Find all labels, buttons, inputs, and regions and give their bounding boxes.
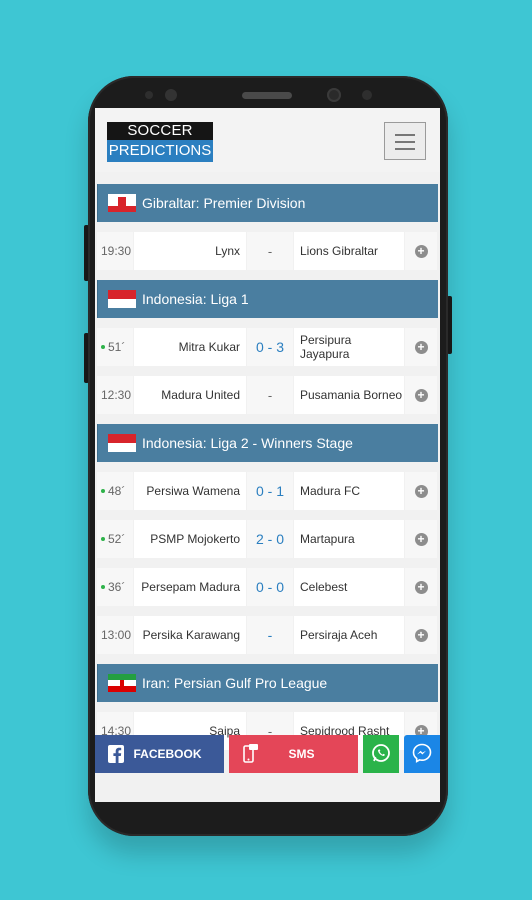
away-team: Madura FC xyxy=(294,472,404,510)
hamburger-icon xyxy=(395,148,415,150)
match-minute: 52´ xyxy=(108,532,126,546)
league-header[interactable]: Indonesia: Liga 2 - Winners Stage xyxy=(97,424,438,462)
sms-share-button[interactable]: SMS xyxy=(229,735,358,773)
gibraltar-flag-icon xyxy=(108,194,136,212)
expand-button[interactable]: + xyxy=(405,568,437,606)
match-minute: 36´ xyxy=(108,580,126,594)
home-team: Persepam Madura xyxy=(134,568,246,606)
match-row[interactable]: 52´ PSMP Mojokerto 2 - 0 Martapura + xyxy=(97,520,438,558)
logo-predictions: PREDICTIONS xyxy=(107,140,213,162)
phone-sensor xyxy=(145,91,153,99)
phone-sensor xyxy=(165,89,177,101)
match-minute: 51´ xyxy=(108,340,126,354)
indonesia-flag-icon xyxy=(108,290,136,308)
facebook-share-button[interactable]: FACEBOOK xyxy=(95,735,224,773)
league-header[interactable]: Gibraltar: Premier Division xyxy=(97,184,438,222)
live-indicator-icon xyxy=(101,537,105,541)
away-team: Pusamania Borneo xyxy=(294,376,404,414)
plus-icon: + xyxy=(414,532,428,546)
home-team: PSMP Mojokerto xyxy=(134,520,246,558)
home-team: Persiwa Wamena xyxy=(134,472,246,510)
share-bar: FACEBOOK SMS xyxy=(95,735,440,775)
league-header[interactable]: Indonesia: Liga 1 xyxy=(97,280,438,318)
hamburger-icon xyxy=(395,141,415,143)
league-header[interactable]: Iran: Persian Gulf Pro League xyxy=(97,664,438,702)
match-score: - xyxy=(247,376,293,414)
home-team: Persika Karawang xyxy=(134,616,246,654)
away-team: Lions Gibraltar xyxy=(294,232,404,270)
match-time: 36´ xyxy=(97,568,133,606)
match-row[interactable]: 19:30 Lynx - Lions Gibraltar + xyxy=(97,232,438,270)
sms-label: SMS xyxy=(288,747,315,761)
match-score: 0 - 0 xyxy=(247,568,293,606)
league-name: Gibraltar: Premier Division xyxy=(142,195,306,211)
menu-button[interactable] xyxy=(384,122,426,160)
expand-button[interactable]: + xyxy=(405,472,437,510)
whatsapp-share-button[interactable] xyxy=(363,735,399,773)
plus-icon: + xyxy=(414,628,428,642)
messenger-share-button[interactable] xyxy=(404,735,440,773)
expand-button[interactable]: + xyxy=(405,328,437,366)
app-screen: SOCCER PREDICTIONS Gibraltar: Premier Di… xyxy=(95,108,440,802)
home-team: Lynx xyxy=(134,232,246,270)
match-row[interactable]: 51´ Mitra Kukar 0 - 3 Persipura Jayapura… xyxy=(97,328,438,366)
expand-button[interactable]: + xyxy=(405,520,437,558)
sms-icon xyxy=(235,744,265,764)
plus-icon: + xyxy=(414,580,428,594)
plus-icon: + xyxy=(414,484,428,498)
expand-button[interactable]: + xyxy=(405,376,437,414)
hamburger-icon xyxy=(395,134,415,136)
front-camera xyxy=(327,88,341,102)
match-row[interactable]: 48´ Persiwa Wamena 0 - 1 Madura FC + xyxy=(97,472,438,510)
whatsapp-icon xyxy=(371,743,391,766)
plus-icon: + xyxy=(414,244,428,258)
live-indicator-icon xyxy=(101,345,105,349)
league-name: Indonesia: Liga 2 - Winners Stage xyxy=(142,435,353,451)
indonesia-flag-icon xyxy=(108,434,136,452)
live-indicator-icon xyxy=(101,489,105,493)
away-team: Persipura Jayapura xyxy=(294,328,404,366)
expand-button[interactable]: + xyxy=(405,616,437,654)
bottom-strip xyxy=(95,775,440,802)
match-score: 0 - 3 xyxy=(247,328,293,366)
match-list: Gibraltar: Premier Division 19:30 Lynx -… xyxy=(97,184,438,760)
match-time: 13:00 xyxy=(97,616,133,654)
away-team: Persiraja Aceh xyxy=(294,616,404,654)
app-header: SOCCER PREDICTIONS xyxy=(95,108,440,172)
live-indicator-icon xyxy=(101,585,105,589)
iran-flag-icon xyxy=(108,674,136,692)
league-name: Iran: Persian Gulf Pro League xyxy=(142,675,328,691)
messenger-icon xyxy=(412,743,432,766)
logo-soccer: SOCCER xyxy=(107,122,213,140)
match-score: 0 - 1 xyxy=(247,472,293,510)
phone-sensor xyxy=(362,90,372,100)
phone-speaker xyxy=(242,92,292,99)
match-score: - xyxy=(247,232,293,270)
match-time: 12:30 xyxy=(97,376,133,414)
away-team: Martapura xyxy=(294,520,404,558)
match-time: 51´ xyxy=(97,328,133,366)
match-row[interactable]: 12:30 Madura United - Pusamania Borneo + xyxy=(97,376,438,414)
away-team: Celebest xyxy=(294,568,404,606)
home-team: Madura United xyxy=(134,376,246,414)
plus-icon: + xyxy=(414,388,428,402)
match-time: 19:30 xyxy=(97,232,133,270)
match-score: - xyxy=(247,616,293,654)
expand-button[interactable]: + xyxy=(405,232,437,270)
match-minute: 48´ xyxy=(108,484,126,498)
match-time: 48´ xyxy=(97,472,133,510)
match-time: 52´ xyxy=(97,520,133,558)
facebook-label: FACEBOOK xyxy=(133,747,202,761)
plus-icon: + xyxy=(414,340,428,354)
match-row[interactable]: 13:00 Persika Karawang - Persiraja Aceh … xyxy=(97,616,438,654)
match-row[interactable]: 36´ Persepam Madura 0 - 0 Celebest + xyxy=(97,568,438,606)
home-team: Mitra Kukar xyxy=(134,328,246,366)
league-name: Indonesia: Liga 1 xyxy=(142,291,249,307)
facebook-icon xyxy=(101,745,131,763)
match-score: 2 - 0 xyxy=(247,520,293,558)
